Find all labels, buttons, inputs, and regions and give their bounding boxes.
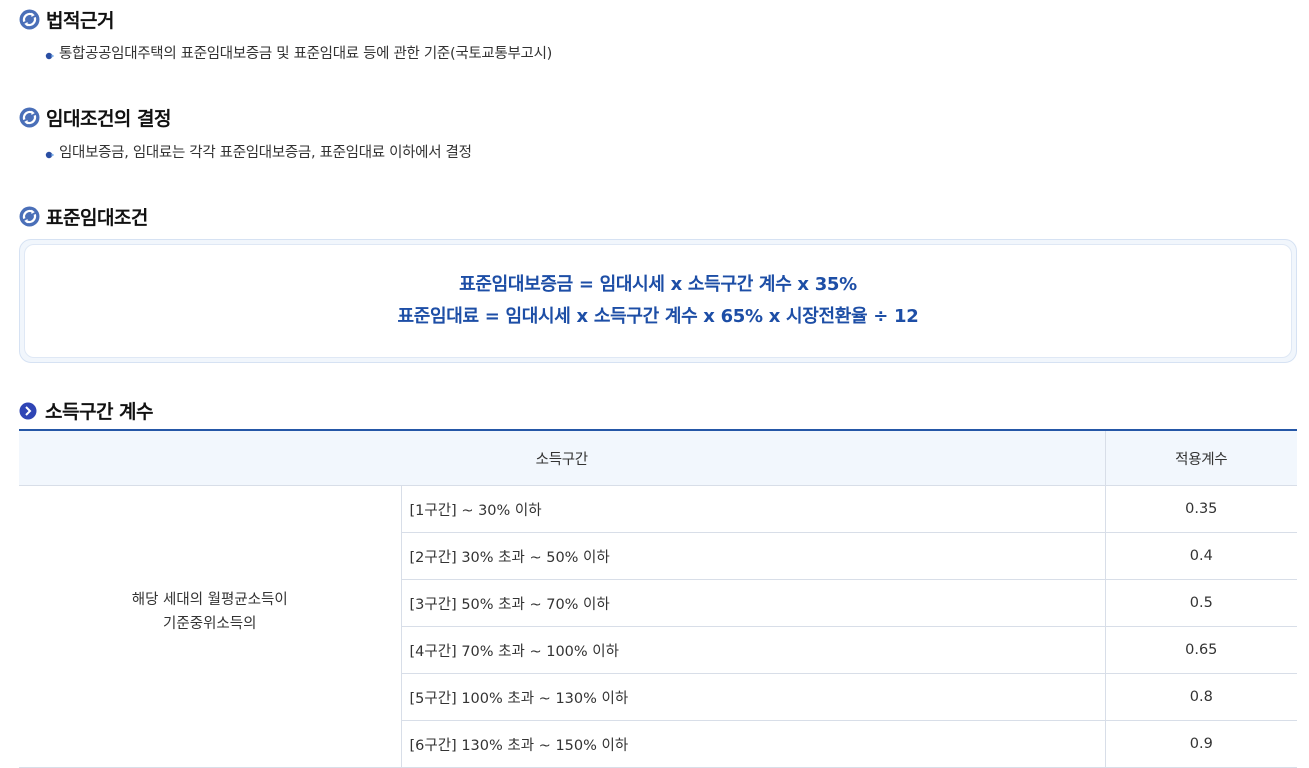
formula-deposit: 표준임대보증금 = 임대시세 x 소득구간 계수 x 35%	[459, 274, 857, 295]
bullet-text: 통합공공임대주택의 표준임대보증금 및 표준임대료 등에 관한 기준(국토교통부…	[59, 46, 552, 62]
income-table-title: 소득구간 계수	[19, 397, 154, 424]
range-cell: [4구간] 70% 초과 ~ 100% 이하	[401, 626, 1106, 674]
coef-cell: 0.35	[1105, 485, 1298, 533]
range-cell: [6구간] 130% 초과 ~ 150% 이하	[401, 720, 1106, 768]
arrows-cycle-icon	[19, 206, 40, 227]
coef-cell: 0.8	[1105, 673, 1298, 721]
table-row: 해당 세대의 월평균소득이 기준중위소득의 [1구간] ~ 30% 이하 0.3…	[19, 485, 1298, 768]
dot-bullet-icon	[45, 147, 54, 159]
arrows-cycle-icon	[19, 9, 40, 30]
bullet-item: 통합공공임대주택의 표준임대보증금 및 표준임대료 등에 관한 기준(국토교통부…	[45, 42, 552, 63]
range-cell: [1구간] ~ 30% 이하	[401, 485, 1106, 533]
income-coefficient-table: 소득구간 적용계수 해당 세대의 월평균소득이 기준중위소득의 [1구간] ~ …	[19, 429, 1298, 768]
formula-box: 표준임대보증금 = 임대시세 x 소득구간 계수 x 35% 표준임대료 = 임…	[19, 239, 1297, 363]
bullet-item: 임대보증금, 임대료는 각각 표준임대보증금, 표준임대료 이하에서 결정	[45, 141, 472, 162]
group-label-cell: 해당 세대의 월평균소득이 기준중위소득의	[19, 485, 402, 768]
dot-bullet-icon	[45, 48, 54, 60]
range-cell: [2구간] 30% 초과 ~ 50% 이하	[401, 532, 1106, 580]
group-label-line: 해당 세대의 월평균소득이	[131, 592, 288, 608]
coef-cell: 0.4	[1105, 532, 1298, 580]
header-income-range: 소득구간	[19, 430, 1106, 486]
range-cell: [3구간] 50% 초과 ~ 70% 이하	[401, 579, 1106, 627]
section-title-standard-terms: 표준임대조건	[19, 203, 148, 230]
coef-cell: 0.5	[1105, 579, 1298, 627]
bullet-text: 임대보증금, 임대료는 각각 표준임대보증금, 표준임대료 이하에서 결정	[59, 145, 472, 161]
formula-content: 표준임대보증금 = 임대시세 x 소득구간 계수 x 35% 표준임대료 = 임…	[24, 244, 1292, 358]
group-label-line: 기준중위소득의	[163, 616, 257, 632]
section-title-legal-basis: 법적근거	[19, 6, 114, 33]
chevron-right-circle-icon	[19, 402, 37, 419]
coef-cell: 0.9	[1105, 720, 1298, 768]
formula-rent: 표준임대료 = 임대시세 x 소득구간 계수 x 65% x 시장전환율 ÷ 1…	[397, 306, 919, 327]
section-title-text: 표준임대조건	[46, 207, 148, 229]
table-header-row: 소득구간 적용계수	[19, 430, 1298, 486]
section-title-lease-terms: 임대조건의 결정	[19, 104, 171, 131]
coef-cell: 0.65	[1105, 626, 1298, 674]
range-cell: [5구간] 100% 초과 ~ 130% 이하	[401, 673, 1106, 721]
arrows-cycle-icon	[19, 107, 40, 128]
section-title-text: 임대조건의 결정	[46, 108, 171, 130]
section-title-text: 법적근거	[46, 10, 114, 32]
header-coefficient: 적용계수	[1105, 430, 1298, 486]
income-table-title-text: 소득구간 계수	[45, 401, 154, 423]
